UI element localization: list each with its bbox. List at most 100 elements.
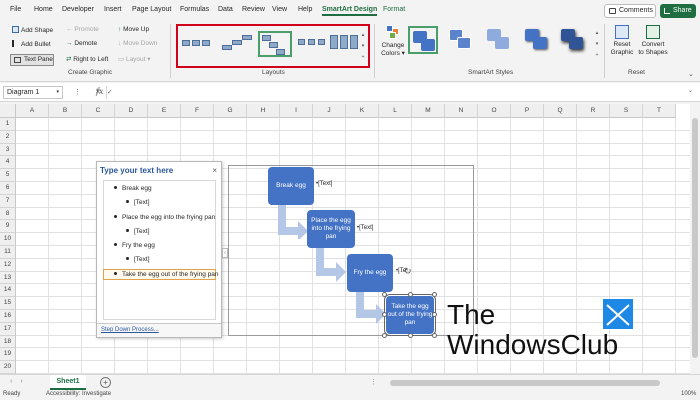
convert-to-shapes-button[interactable]: Convert to Shapes [636, 25, 670, 57]
row-header-2[interactable]: 2 [0, 130, 16, 144]
layout-option-process-list[interactable] [330, 31, 360, 57]
row-header-14[interactable]: 14 [0, 284, 16, 298]
resize-handle[interactable] [432, 292, 437, 297]
column-header-e[interactable]: E [148, 104, 181, 118]
row-header-20[interactable]: 20 [0, 361, 16, 374]
step-shape-4[interactable]: Take the egg out of the frying pan [384, 294, 436, 336]
list-item[interactable]: Place the egg into the frying pan [114, 214, 215, 221]
step-sub-text[interactable]: •[Text] [316, 181, 332, 187]
row-header-12[interactable]: 12 [0, 258, 16, 272]
step-shape-1[interactable]: Break egg [268, 167, 314, 205]
rotate-handle-icon[interactable]: ↻ [404, 266, 412, 277]
list-item[interactable]: [Text] [126, 256, 150, 263]
accessibility-status[interactable]: Accessibility: Investigate [46, 391, 111, 397]
reset-graphic-button[interactable]: Reset Graphic [607, 25, 637, 57]
tab-developer[interactable]: Developer [62, 6, 94, 13]
more-options-icon[interactable]: ⋮ [370, 378, 377, 386]
row-header-15[interactable]: 15 [0, 297, 16, 310]
right-to-left-button[interactable]: ⇄ Right to Left [66, 55, 108, 63]
move-down-button[interactable]: ↓ Move Down [118, 40, 157, 47]
column-header-h[interactable]: H [247, 104, 280, 118]
style-option-subtle-effect[interactable] [484, 26, 514, 54]
list-item[interactable]: [Text] [126, 228, 150, 235]
column-header-p[interactable]: P [511, 104, 544, 118]
column-header-o[interactable]: O [478, 104, 511, 118]
row-header-13[interactable]: 13 [0, 271, 16, 285]
row-header-17[interactable]: 17 [0, 322, 16, 336]
tab-file[interactable]: File [10, 6, 21, 13]
resize-handle[interactable] [382, 333, 387, 338]
resize-handle[interactable] [432, 312, 437, 317]
zoom-level[interactable]: 100% [681, 391, 696, 397]
row-header-19[interactable]: 19 [0, 348, 16, 362]
scroll-thumb[interactable] [390, 380, 660, 386]
row-header-8[interactable]: 8 [0, 207, 16, 221]
list-item-current[interactable]: Take the egg out of the frying pan [103, 269, 218, 280]
row-header-3[interactable]: 3 [0, 143, 16, 157]
chevron-down-icon[interactable]: ▾ [56, 87, 59, 98]
formula-input[interactable] [106, 86, 696, 99]
layout-option-accent-process[interactable] [220, 31, 254, 57]
change-colors-button[interactable]: Change Colors ▾ [378, 25, 408, 65]
add-shape-button[interactable]: Add Shape [12, 26, 53, 34]
resize-handle[interactable] [382, 292, 387, 297]
add-sheet-button[interactable]: + [100, 377, 111, 388]
row-header-11[interactable]: 11 [0, 246, 16, 259]
step-shape-2[interactable]: Place the egg into the frying pan [307, 210, 355, 248]
row-header-16[interactable]: 16 [0, 310, 16, 323]
list-item[interactable]: Fry the egg [114, 242, 155, 249]
column-header-s[interactable]: S [610, 104, 643, 118]
resize-handle[interactable] [382, 312, 387, 317]
add-bullet-button[interactable]: Add Bullet [12, 40, 51, 48]
tab-review[interactable]: Review [242, 6, 265, 13]
function-icon[interactable]: fx [96, 87, 103, 96]
gallery-scroll[interactable]: ▴ ▾ ⩡ [360, 30, 366, 64]
list-item[interactable]: Break egg [114, 185, 152, 192]
demote-button[interactable]: → Demote [66, 40, 97, 47]
column-header-b[interactable]: B [49, 104, 82, 118]
column-header-i[interactable]: I [280, 104, 313, 118]
smartart-frame[interactable] [228, 165, 474, 336]
tab-insert[interactable]: Insert [104, 6, 122, 13]
tab-formulas[interactable]: Formulas [180, 6, 209, 13]
promote-button[interactable]: ← Promote [66, 26, 99, 33]
chevron-right-icon[interactable]: › [20, 378, 30, 385]
row-header-9[interactable]: 9 [0, 220, 16, 234]
resize-handle[interactable] [432, 333, 437, 338]
column-header-l[interactable]: L [379, 104, 412, 118]
list-item[interactable]: [Text] [126, 199, 150, 206]
scroll-thumb[interactable] [692, 118, 698, 358]
tab-data[interactable]: Data [218, 6, 233, 13]
column-header-n[interactable]: N [445, 104, 478, 118]
expand-formula-icon[interactable]: ⌄ [688, 87, 693, 94]
row-header-4[interactable]: 4 [0, 156, 16, 170]
style-option-intense-effect[interactable] [558, 26, 588, 54]
select-all-corner[interactable] [0, 104, 16, 118]
tab-help[interactable]: Help [298, 6, 312, 13]
tab-page-layout[interactable]: Page Layout [132, 6, 171, 13]
tab-view[interactable]: View [272, 6, 287, 13]
style-option-simple-fill[interactable] [408, 26, 438, 54]
resize-handle[interactable] [408, 292, 413, 297]
text-pane-list[interactable]: Break egg [Text] Place the egg into the … [103, 180, 218, 320]
layout-option-step-down-process[interactable] [258, 31, 292, 57]
column-header-d[interactable]: D [115, 104, 148, 118]
resize-handle[interactable] [408, 333, 413, 338]
column-header-k[interactable]: K [346, 104, 379, 118]
column-header-t[interactable]: T [643, 104, 676, 118]
layout-option-basic-process[interactable] [182, 31, 216, 57]
layout-description-link[interactable]: Step Down Process... [97, 323, 221, 337]
column-header-r[interactable]: R [577, 104, 610, 118]
collapse-ribbon-icon[interactable]: ⌄ [688, 70, 694, 78]
column-header-a[interactable]: A [16, 104, 49, 118]
style-option-white-outline[interactable] [446, 26, 476, 54]
column-header-f[interactable]: F [181, 104, 214, 118]
row-header-1[interactable]: 1 [0, 118, 16, 131]
sheet-nav-arrows[interactable]: ‹› [10, 378, 31, 385]
text-pane-button[interactable]: Text Pane [10, 54, 54, 66]
column-header-m[interactable]: M [412, 104, 445, 118]
column-header-g[interactable]: G [214, 104, 247, 118]
horizontal-scrollbar[interactable] [380, 379, 680, 387]
tab-smartart-design[interactable]: SmartArt Design [322, 6, 378, 16]
tab-home[interactable]: Home [34, 6, 53, 13]
